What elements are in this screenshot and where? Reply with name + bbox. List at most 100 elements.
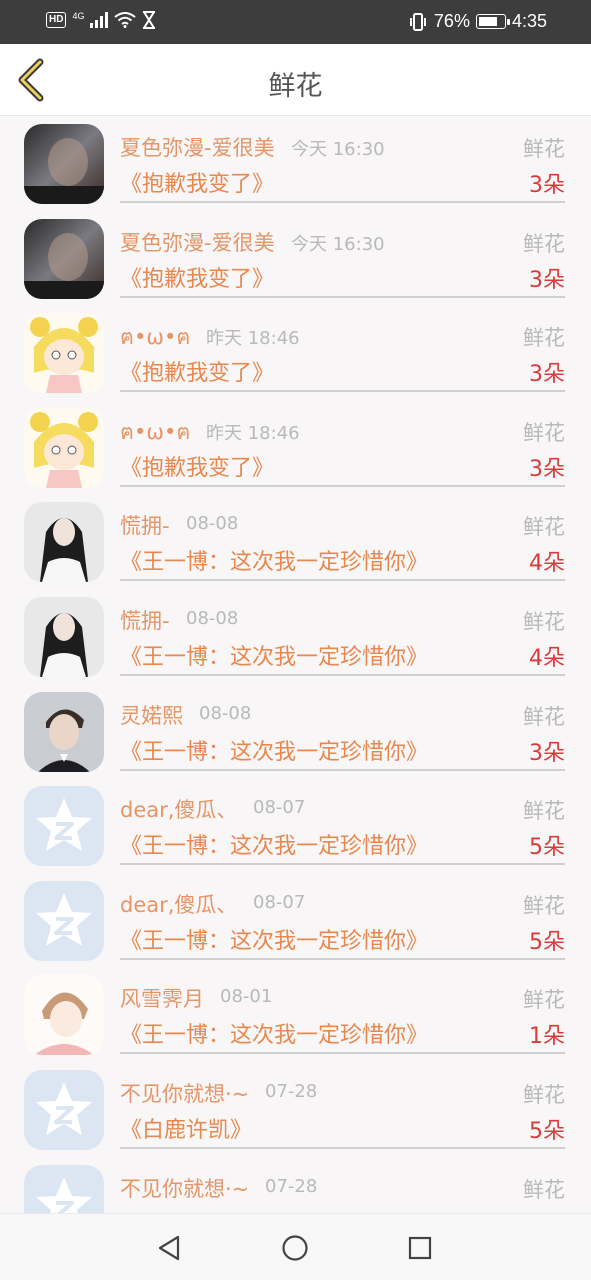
avatar[interactable]: [24, 124, 104, 204]
divider: [120, 201, 565, 203]
status-left: HD 4G: [46, 11, 156, 29]
status-right: 76% 4:35: [408, 11, 547, 32]
gift-type: 鲜花: [523, 609, 565, 634]
send-time: 08-01: [220, 986, 273, 1008]
sender-name: 夏色弥漫-爱很美: [120, 230, 275, 255]
square-recents-icon[interactable]: [405, 1233, 435, 1263]
avatar[interactable]: [24, 691, 104, 772]
gift-target: 《王一博：这次我一定珍惜你》: [120, 739, 429, 765]
list-item[interactable]: 慌拥- 08-08 鲜花 《王一博：这次我一定珍惜你》 4朵: [0, 495, 591, 590]
flower-count: 3朵: [529, 267, 565, 293]
gift-target: 《王一博：这次我一定珍惜你》: [120, 834, 429, 860]
hourglass-icon: [143, 11, 156, 29]
gift-target: 《王一博：这次我一定珍惜你》: [120, 644, 429, 670]
sender-name: 不见你就想·~: [120, 1176, 250, 1201]
avatar[interactable]: [24, 407, 104, 488]
list-item[interactable]: dear,傻瓜、 08-07 鲜花 《王一博：这次我一定珍惜你》 5朵: [0, 874, 591, 969]
gift-type: 鲜花: [523, 1082, 565, 1107]
send-time: 07-28: [265, 1080, 318, 1102]
divider: [120, 295, 565, 298]
page-title: 鲜花: [268, 71, 323, 102]
avatar[interactable]: [24, 502, 104, 583]
flower-count: 5朵: [529, 1118, 565, 1144]
send-time: 今天 16:30: [291, 233, 385, 255]
flower-record-list: 夏色弥漫-爱很美 今天 16:30 鲜花 《抱歉我变了》 3朵 夏色弥漫-爱很美 今天 16…: [0, 117, 591, 1213]
send-time: 08-07: [253, 797, 306, 819]
avatar[interactable]: [24, 313, 104, 394]
gift-target: 《抱歉我变了》: [120, 172, 275, 197]
sender-name: 慌拥-: [120, 608, 170, 633]
gift-target: 《抱歉我变了》: [120, 361, 275, 387]
list-item[interactable]: ฅ•ω•ฅ 昨天 18:46 鲜花《抱歉我变了》 3朵: [0, 306, 591, 401]
gift-type: 鲜花: [523, 326, 565, 351]
sender-name: dear,傻瓜、: [120, 798, 238, 823]
divider: [120, 863, 565, 866]
send-time: 07-28: [265, 1175, 318, 1197]
status-bar: HD 4G 76% 4:35: [0, 0, 591, 44]
avatar[interactable]: [24, 596, 104, 677]
send-time: 08-07: [253, 891, 306, 913]
flower-count: 1朵: [529, 1024, 565, 1050]
vibrate-icon: [409, 12, 426, 31]
triangle-back-icon[interactable]: [154, 1233, 184, 1263]
sender-name: 灵婼熙: [120, 703, 183, 728]
hd-badge: HD: [46, 12, 67, 28]
send-time: 今天 16:30: [291, 139, 385, 160]
divider: [120, 579, 565, 582]
divider: [120, 1052, 565, 1055]
flower-count: 4朵: [529, 645, 565, 671]
list-item[interactable]: 夏色弥漫-爱很美 今天 16:30 鲜花 《抱歉我变了》 3朵: [0, 117, 591, 212]
flower-count: 3朵: [529, 456, 565, 482]
list-item[interactable]: 灵婼熙 08-08 鲜花 《王一博：这次我一定珍惜你》 3朵: [0, 685, 591, 780]
battery-percent: 76%: [433, 11, 470, 31]
sender-name: dear,傻瓜、: [120, 892, 238, 917]
list-item[interactable]: 不见你就想·~07-28鲜花《白鹿许凯》5朵: [0, 1158, 591, 1213]
circle-home-icon[interactable]: [280, 1233, 310, 1263]
divider: [120, 673, 565, 676]
avatar[interactable]: [24, 880, 104, 961]
list-item[interactable]: 风雪霁月 08-01 鲜花《王一博：这次我一定珍惜你》 1朵: [0, 968, 591, 1063]
gift-type: 鲜花: [523, 1177, 565, 1202]
gift-type: 鲜花: [523, 799, 565, 824]
gift-type: 鲜花: [523, 704, 565, 729]
divider: [120, 390, 565, 393]
avatar[interactable]: [24, 975, 104, 1056]
avatar[interactable]: [24, 218, 104, 299]
send-time: 昨天 18:46: [206, 422, 300, 444]
gift-type: 鲜花: [523, 231, 565, 256]
list-item[interactable]: ฅ•ω•ฅ 昨天 18:46 鲜花 《抱歉我变了》 3朵: [0, 401, 591, 496]
sender-name: ฅ•ω•ฅ: [120, 325, 191, 350]
signal-icon: [90, 12, 109, 28]
send-time: 08-08: [186, 513, 239, 535]
sender-name: 夏色弥漫-爱很美: [120, 136, 275, 160]
gift-type: 鲜花: [523, 420, 565, 445]
gift-target: 《王一博：这次我一定珍惜你》: [120, 550, 429, 576]
sender-name: 慌拥-: [120, 514, 170, 539]
avatar[interactable]: [24, 1164, 104, 1213]
send-time: 昨天 18:46: [206, 328, 300, 350]
send-time: 08-08: [186, 607, 239, 629]
sender-name: 不见你就想·~: [120, 1081, 250, 1106]
list-item[interactable]: 慌拥- 08-08 鲜花《王一博：这次我一定珍惜你》 4朵: [0, 590, 591, 685]
flower-count: 5朵: [529, 835, 565, 861]
network-type: 4G: [72, 11, 85, 21]
header: 鲜花: [0, 44, 591, 116]
list-item[interactable]: dear,傻瓜、 08-07 鲜花《王一博：这次我一定珍惜你》 5朵: [0, 779, 591, 874]
flower-count: 3朵: [529, 362, 565, 388]
list-item[interactable]: 不见你就想·~ 07-28 鲜花《白鹿许凯》 5朵: [0, 1063, 591, 1158]
flower-count: 3朵: [529, 740, 565, 766]
avatar[interactable]: [24, 1069, 104, 1150]
gift-target: 《抱歉我变了》: [120, 455, 275, 481]
avatar[interactable]: [24, 786, 104, 867]
divider: [120, 957, 565, 960]
sender-name: 风雪霁月: [120, 987, 204, 1012]
gift-type: 鲜花: [523, 893, 565, 918]
gift-type: 鲜花: [523, 988, 565, 1013]
battery-icon: [475, 14, 510, 29]
list-item[interactable]: 夏色弥漫-爱很美 今天 16:30 鲜花 《抱歉我变了》 3朵: [0, 212, 591, 307]
gift-target: 《王一博：这次我一定珍惜你》: [120, 1023, 429, 1049]
flower-count: 4朵: [529, 551, 565, 577]
gift-target: 《白鹿许凯》: [120, 1117, 253, 1143]
wifi-icon: [114, 12, 137, 28]
flower-count: 5朵: [529, 929, 565, 955]
